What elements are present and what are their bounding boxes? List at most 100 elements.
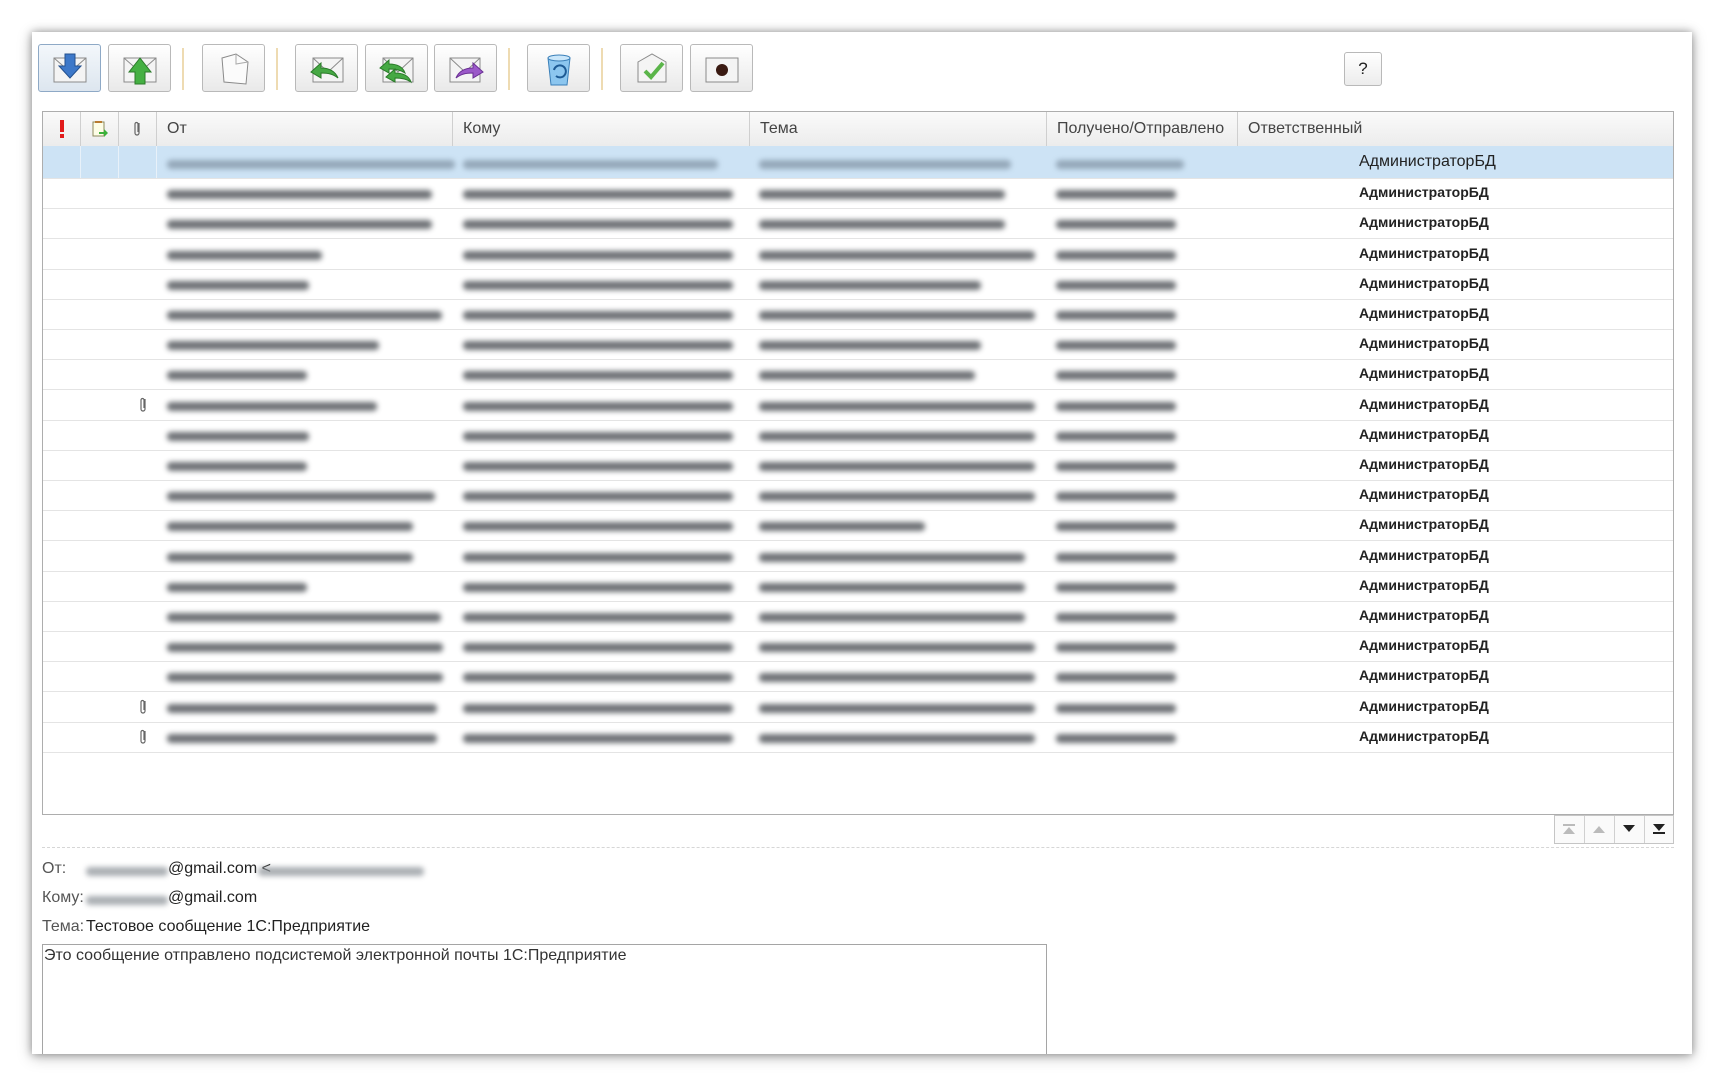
column-header-importance[interactable]: [43, 112, 81, 146]
table-row[interactable]: АдминистраторБД: [43, 599, 1673, 632]
responsible-cell: АдминистраторБД: [1359, 305, 1489, 321]
table-row[interactable]: АдминистраторБД: [43, 357, 1673, 391]
envelope-reply-all-icon: [379, 57, 414, 84]
responsible-cell: АдминистраторБД: [1359, 576, 1489, 593]
subject-redacted: [759, 280, 981, 290]
previous-page-button[interactable]: [1585, 816, 1615, 843]
sender-redacted: [167, 401, 377, 411]
table-row[interactable]: АдминистраторБД: [43, 720, 1673, 753]
mark-processed-button[interactable]: [620, 44, 683, 92]
subject-redacted: [759, 733, 1035, 743]
table-row[interactable]: АдминистраторБД: [43, 539, 1673, 572]
date-redacted: [1056, 582, 1176, 592]
recipient-redacted: [463, 522, 733, 532]
column-header-responsible[interactable]: Ответственный: [1238, 112, 1673, 146]
table-row[interactable]: АдминистраторБД: [43, 327, 1673, 361]
reply-all-button[interactable]: [365, 44, 428, 92]
responsible-cell: АдминистраторБД: [1359, 607, 1489, 623]
date-redacted: [1056, 250, 1176, 260]
delete-button[interactable]: [527, 44, 590, 92]
subject-redacted: [759, 371, 975, 381]
subject-redacted: [759, 220, 1005, 230]
date-redacted: [1056, 552, 1176, 562]
toolbar-separator: [276, 48, 278, 90]
recipient-redacted: [463, 492, 733, 502]
sender-redacted: [167, 311, 442, 320]
column-header-date[interactable]: Получено/Отправлено: [1047, 112, 1238, 146]
table-row[interactable]: АдминистраторБД: [43, 659, 1673, 693]
paperclip-icon: [140, 699, 146, 714]
table-row[interactable]: АдминистраторБД: [43, 629, 1673, 663]
next-page-icon: [1623, 825, 1635, 832]
envelope-reply-icon: [310, 57, 344, 83]
table-row[interactable]: АдминистраторБД: [43, 569, 1673, 602]
from-name-redacted: [86, 867, 168, 876]
column-header-processed[interactable]: [81, 112, 119, 146]
sender-redacted: [167, 250, 322, 260]
recipient-redacted: [463, 280, 733, 290]
table-row[interactable]: АдминистраторБД: [43, 206, 1673, 240]
table-row[interactable]: АдминистраторБД: [43, 146, 1673, 179]
sender-redacted: [167, 280, 309, 290]
sender-redacted: [167, 643, 443, 653]
table-row[interactable]: АдминистраторБД: [43, 176, 1673, 210]
column-header-to[interactable]: Кому: [453, 112, 750, 146]
responsible-cell: АдминистраторБД: [1359, 516, 1489, 533]
recipient-redacted: [463, 341, 733, 351]
from-label: От:: [42, 860, 67, 877]
table-row[interactable]: АдминистраторБД: [43, 267, 1673, 300]
envelope-up-arrow-icon: [123, 57, 157, 85]
date-redacted: [1056, 522, 1176, 532]
blank-page-icon: [221, 53, 249, 85]
help-button[interactable]: ?: [1344, 52, 1382, 86]
reply-button[interactable]: [295, 44, 358, 92]
toolbar-separator: [508, 48, 510, 90]
send-mail-button[interactable]: [108, 44, 171, 92]
responsible-cell: АдминистраторБД: [1359, 244, 1489, 261]
paperclip-icon: [133, 121, 140, 136]
subject-value: Тестовое сообщение 1С:Предприятие: [86, 918, 371, 935]
table-row[interactable]: АдминистраторБД: [43, 478, 1673, 512]
column-header-attachment[interactable]: [119, 112, 157, 146]
receive-mail-button[interactable]: [38, 44, 101, 92]
table-row[interactable]: АдминистраторБД: [43, 448, 1673, 481]
new-message-button[interactable]: [202, 44, 265, 92]
recipient-redacted: [463, 462, 733, 471]
next-page-button[interactable]: [1615, 816, 1645, 843]
message-body[interactable]: Это сообщение отправлено подсистемой эле…: [42, 944, 1047, 1054]
forward-button[interactable]: [434, 44, 497, 92]
message-list[interactable]: От Кому Тема Получено/Отправлено Ответст…: [42, 111, 1674, 815]
table-row[interactable]: АдминистраторБД: [43, 388, 1673, 421]
date-redacted: [1056, 703, 1176, 713]
subject-redacted: [759, 552, 1025, 562]
responsible-cell: АдминистраторБД: [1359, 365, 1489, 382]
to-name-redacted: [86, 896, 168, 905]
subject-redacted: [759, 673, 1035, 683]
subject-redacted: [759, 462, 1035, 471]
date-redacted: [1056, 431, 1176, 441]
recipient-redacted: [463, 190, 733, 200]
date-redacted: [1056, 311, 1176, 320]
responsible-cell: АдминистраторБД: [1359, 486, 1489, 503]
sender-redacted: [167, 190, 432, 200]
date-redacted: [1056, 462, 1176, 471]
date-redacted: [1056, 401, 1176, 411]
responsible-cell: АдминистраторБД: [1359, 727, 1489, 744]
last-page-button[interactable]: [1645, 816, 1675, 843]
sender-redacted: [167, 160, 455, 169]
table-row[interactable]: АдминистраторБД: [43, 690, 1673, 723]
table-row[interactable]: АдминистраторБД: [43, 418, 1673, 451]
first-page-button[interactable]: [1555, 816, 1585, 843]
record-button[interactable]: [690, 44, 753, 92]
table-row[interactable]: АдминистраторБД: [43, 297, 1673, 330]
preview-divider: [42, 847, 1674, 848]
column-header-subject[interactable]: Тема: [750, 112, 1047, 146]
responsible-cell: АдминистраторБД: [1359, 697, 1489, 714]
exclamation-icon: [59, 120, 64, 138]
table-row[interactable]: АдминистраторБД: [43, 508, 1673, 542]
table-row[interactable]: АдминистраторБД: [43, 237, 1673, 270]
envelope-check-icon: [637, 53, 667, 83]
column-header-from[interactable]: От: [157, 112, 453, 146]
recipient-redacted: [463, 613, 733, 622]
responsible-cell: АдминистраторБД: [1359, 335, 1489, 352]
